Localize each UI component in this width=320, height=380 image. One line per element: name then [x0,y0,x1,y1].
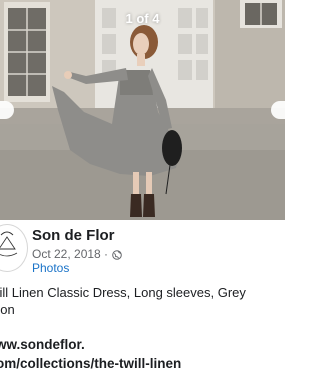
brand-logo-icon [0,231,18,257]
page-name[interactable]: Son de Flor [32,227,115,244]
page-avatar[interactable] [0,224,28,272]
post-photo[interactable]: 1 of 4 [0,0,285,220]
caption-line: oon [0,302,15,317]
photo-counter: 1 of 4 [125,11,160,26]
post-date[interactable]: Oct 22, 2018 · [32,247,108,261]
photo-scene [0,0,285,220]
next-photo-button[interactable] [271,101,285,119]
album-link[interactable]: Photos [32,261,69,275]
caption-line: vill Linen Classic Dress, Long sleeves, … [0,285,246,300]
post-meta: Oct 22, 2018 · [32,247,122,261]
caption-link[interactable]: ww.sondeflor. [0,337,85,352]
caption-link[interactable]: om/collections/the-twill-linen [0,356,181,371]
globe-icon [112,249,122,260]
post-caption: vill Linen Classic Dress, Long sleeves, … [0,284,246,318]
